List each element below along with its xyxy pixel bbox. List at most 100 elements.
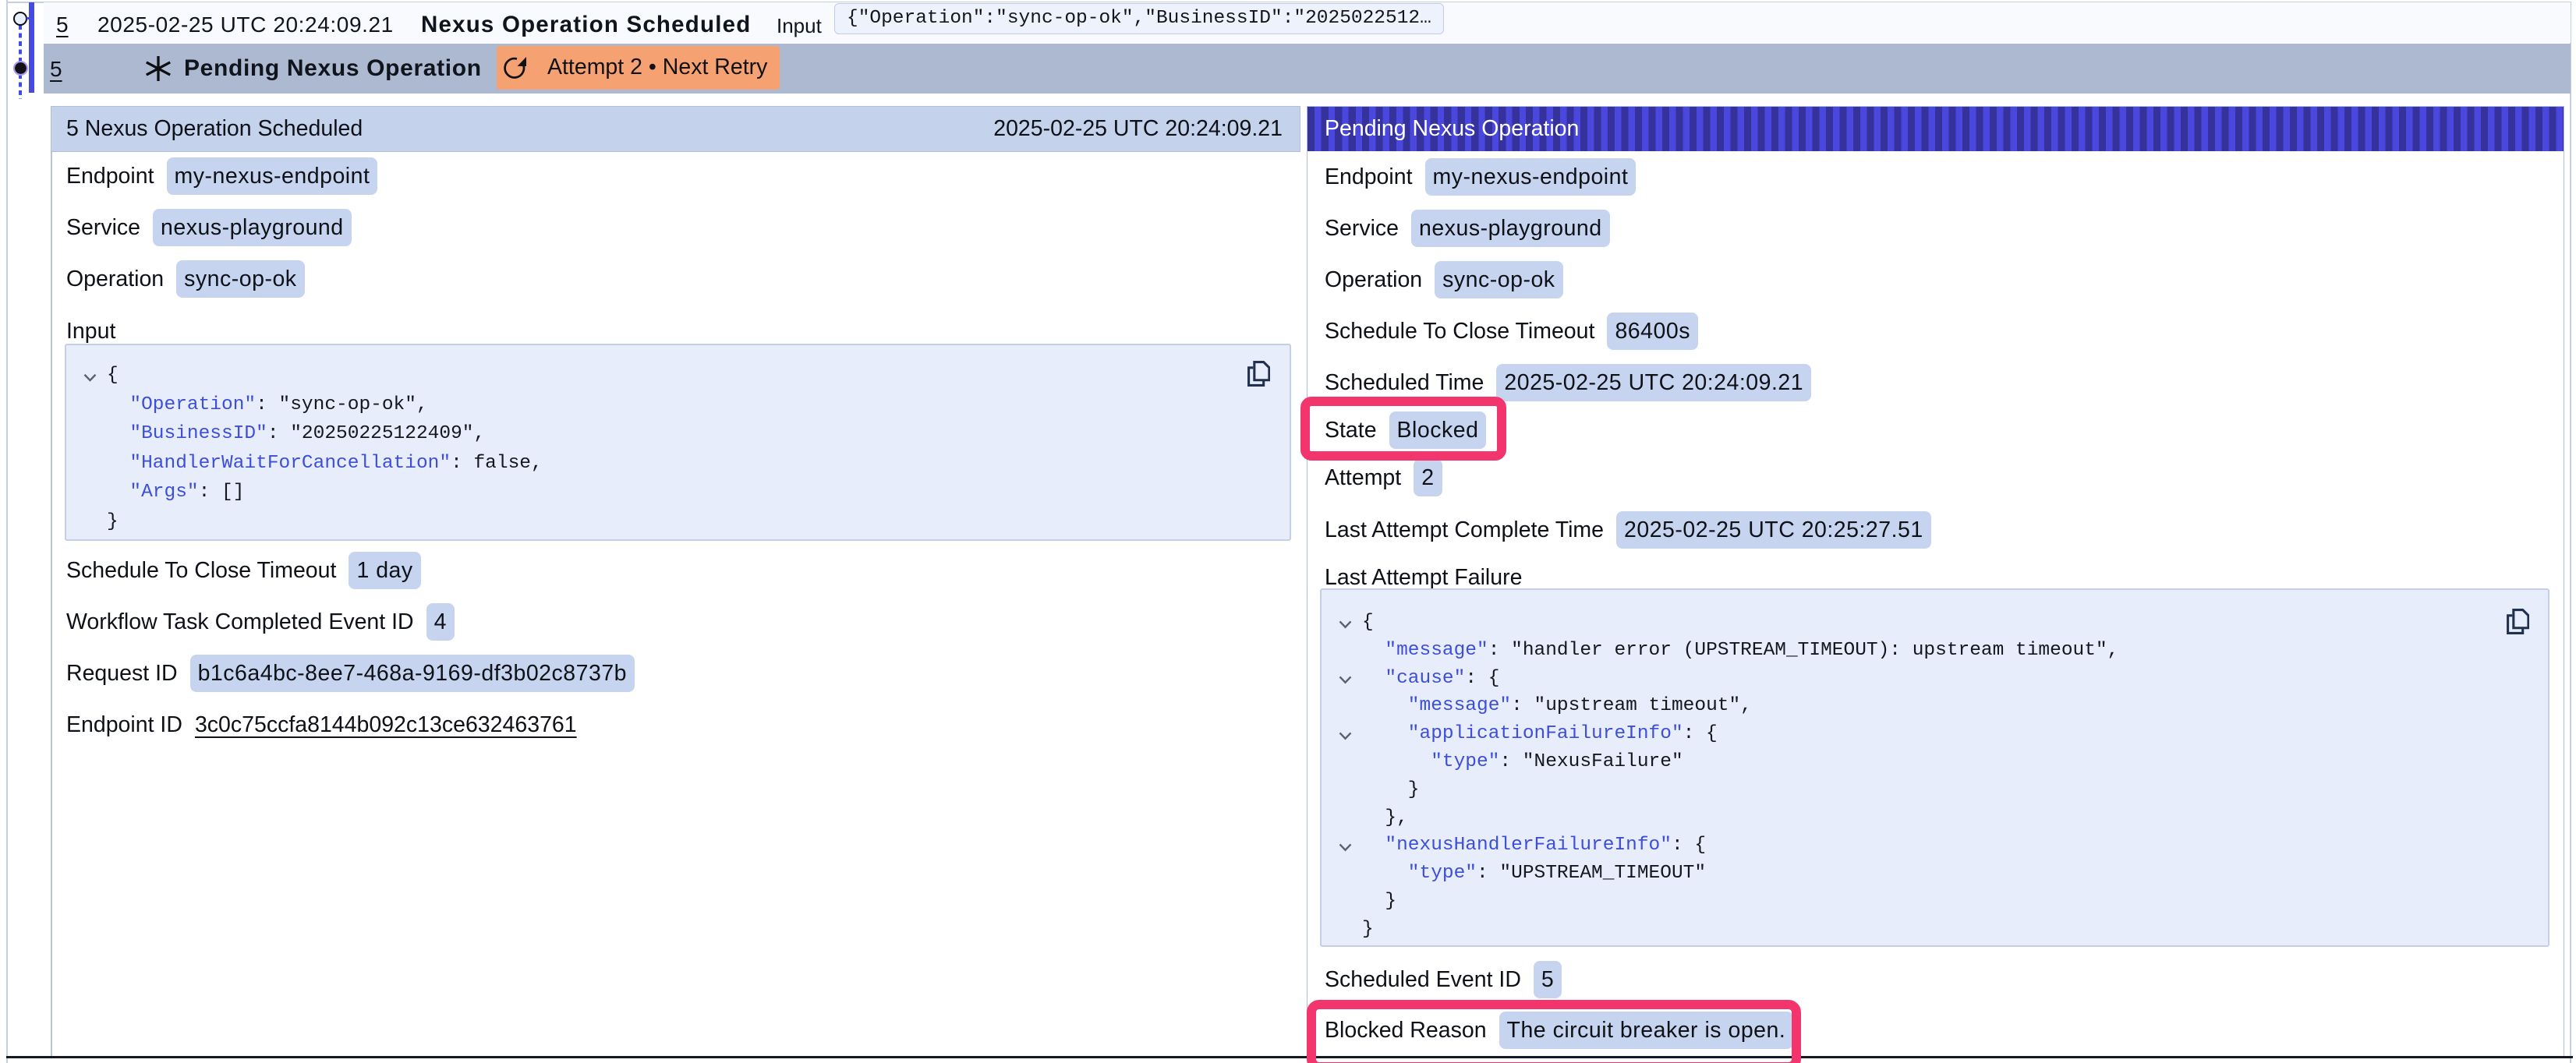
detail-row-operation: Operation sync-op-ok (1325, 261, 2564, 298)
scheduled-panel-body: Endpoint my-nexus-endpoint Service nexus-pl… (52, 152, 1299, 1056)
detail-value-scheduled-time-pill: 2025-02-25 UTC 20:24:09.21 (1496, 364, 1811, 401)
copy-icon[interactable] (1247, 361, 1270, 393)
detail-value-attempt-pill: 2 (1414, 459, 1442, 496)
detail-value-operation-pill: sync-op-ok (176, 260, 304, 298)
event-name: Nexus Operation Scheduled (421, 12, 751, 38)
pending-panel-title: Pending Nexus Operation (1325, 116, 1579, 142)
detail-row-endpoint: Endpoint my-nexus-endpoint (1325, 158, 2564, 196)
code-line: }, (1362, 804, 2548, 832)
detail-value-request-id-pill: b1c6a4bc-8ee7-468a-9169-df3b02c8737b (190, 655, 635, 692)
attempt-retry-label: Attempt 2 • Next Retry (547, 55, 767, 80)
code-line: "type": "NexusFailure" (1362, 748, 2548, 776)
chevron-down-icon[interactable] (1339, 834, 1352, 862)
detail-row-attempt: Attempt 2 (1325, 459, 2564, 496)
table-left-border (6, 0, 8, 1063)
detail-label-service: Service (66, 215, 140, 241)
detail-value-schedule-to-close-timeout-pill: 86400s (1607, 313, 1698, 350)
failure-json-block: {"message": "handler error (UPSTREAM_TIM… (1320, 588, 2549, 947)
detail-row-operation: Operation sync-op-ok (66, 260, 1299, 298)
workflow-history-screen: 5 2025-02-25 UTC 20:24:09.21 Nexus Opera… (0, 0, 2576, 1063)
pending-panel-body: Endpoint my-nexus-endpoint Service nexus-pl… (1307, 151, 2564, 1049)
code-line: "applicationFailureInfo": { (1362, 720, 2548, 748)
detail-row-last-attempt-complete-time: Last Attempt Complete Time2025-02-25 UTC… (1325, 511, 2564, 549)
code-line: } (1362, 888, 2548, 916)
last-attempt-failure-label: Last Attempt Failure (1325, 565, 2564, 588)
detail-label-workflow-task-completed-event-id: Workflow Task Completed Event ID (66, 609, 414, 635)
detail-value-scheduled-event-id-pill: 5 (1534, 961, 1562, 998)
timeline-dot-tick (27, 17, 30, 19)
code-line: "Args": [] (107, 478, 1290, 507)
copy-icon[interactable] (2507, 609, 2529, 641)
detail-value-workflow-task-completed-event-id-pill: 4 (426, 603, 455, 641)
chevron-down-icon[interactable] (83, 363, 97, 393)
event-timestamp: 2025-02-25 UTC 20:24:09.21 (97, 12, 394, 37)
detail-value-endpoint-pill: my-nexus-endpoint (1425, 158, 1637, 196)
pending-panel: Pending Nexus Operation Endpoint my-nexus… (1307, 106, 2564, 1058)
detail-label-operation: Operation (1325, 267, 1422, 293)
code-line: "type": "UPSTREAM_TIMEOUT" (1362, 860, 2548, 888)
input-json-block: {"Operation": "sync-op-ok","BusinessID":… (65, 344, 1291, 541)
detail-value-schedule-to-close-timeout-pill: 1 day (349, 552, 420, 589)
detail-label-endpoint: Endpoint (66, 164, 154, 189)
detail-label-operation: Operation (66, 267, 164, 292)
code-line: } (1362, 916, 2548, 944)
timeline-filled-dot-icon (13, 61, 28, 76)
blocked-reason-annotation-box (1307, 1000, 1801, 1063)
scheduled-panel-title: 5 Nexus Operation Scheduled (66, 116, 363, 142)
code-line: "nexusHandlerFailureInfo": { (1362, 832, 2548, 860)
scheduled-panel-header: 5 Nexus Operation Scheduled 2025-02-25 U… (51, 106, 1300, 152)
retry-icon (504, 56, 527, 79)
detail-row-scheduled-event-id: Scheduled Event ID 5 (1325, 961, 2564, 998)
detail-label-service: Service (1325, 216, 1399, 242)
detail-label-scheduled-event-id: Scheduled Event ID (1325, 967, 1521, 993)
detail-label-scheduled-time: Scheduled Time (1325, 370, 1484, 396)
detail-value-endpoint-id-link[interactable]: 3c0c75ccfa8144b092c13ce632463761 (195, 712, 577, 738)
detail-row-state: StateBlocked (1325, 411, 2564, 449)
detail-label-last-attempt-complete-time: Last Attempt Complete Time (1325, 517, 1604, 543)
detail-row-request-id: Request ID b1c6a4bc-8ee7-468a-9169-df3b02… (66, 655, 1299, 692)
code-line: } (1362, 776, 2548, 804)
table-right-border (2570, 2, 2571, 1063)
detail-row-endpoint-id: Endpoint ID 3c0c75ccfa8144b092c13ce632463… (66, 706, 1299, 743)
state-annotation-box (1300, 397, 1506, 461)
code-line: "Operation": "sync-op-ok", (107, 390, 1290, 420)
active-event-bar (29, 2, 34, 93)
event-row-scheduled[interactable]: 5 2025-02-25 UTC 20:24:09.21 Nexus Opera… (44, 2, 2571, 43)
code-line: "message": "handler error (UPSTREAM_TIME… (1362, 637, 2548, 665)
input-section-label: Input (66, 319, 1299, 342)
detail-label-schedule-to-close-timeout: Schedule To Close Timeout (1325, 319, 1594, 344)
code-line: { (107, 361, 1290, 390)
attempt-retry-badge: Attempt 2 • Next Retry (497, 46, 780, 90)
code-line: "cause": { (1362, 665, 2548, 693)
detail-label-endpoint-id: Endpoint ID (66, 712, 182, 738)
detail-label-schedule-to-close-timeout: Schedule To Close Timeout (66, 558, 336, 584)
detail-row-endpoint: Endpoint my-nexus-endpoint (66, 157, 1299, 195)
asterisk-icon (145, 55, 172, 86)
code-line: "BusinessID": "20250225122409", (107, 419, 1290, 449)
pending-operation-row[interactable]: 5 Pending Nexus Operation Attempt 2 • Ne… (44, 44, 2571, 94)
code-line: "message": "upstream timeout", (1362, 692, 2548, 720)
event-input-label: Input (777, 14, 822, 38)
chevron-down-icon[interactable] (1339, 722, 1352, 750)
detail-row-service: Service nexus-playground (1325, 210, 2564, 247)
detail-value-service-pill: nexus-playground (1411, 210, 1610, 247)
detail-row-service: Service nexus-playground (66, 209, 1299, 246)
detail-row-schedule-to-close-timeout: Schedule To Close Timeout 86400s (1325, 313, 2564, 350)
event-input-preview-badge[interactable]: {"Operation":"sync-op-ok","BusinessID":"… (834, 3, 1444, 34)
pending-event-id-link[interactable]: 5 (50, 57, 62, 82)
detail-label-attempt: Attempt (1325, 465, 1401, 491)
code-line: } (107, 507, 1290, 537)
detail-value-operation-pill: sync-op-ok (1435, 261, 1562, 298)
scheduled-panel-timestamp: 2025-02-25 UTC 20:24:09.21 (993, 116, 1283, 142)
detail-value-endpoint-pill: my-nexus-endpoint (167, 157, 378, 195)
detail-label-endpoint: Endpoint (1325, 164, 1413, 190)
detail-value-service-pill: nexus-playground (153, 209, 352, 246)
section-bottom-border (6, 1056, 2573, 1058)
detail-label-request-id: Request ID (66, 661, 178, 687)
chevron-down-icon[interactable] (1339, 666, 1352, 694)
chevron-down-icon[interactable] (1339, 611, 1352, 639)
pending-event-name: Pending Nexus Operation (184, 55, 482, 82)
code-line: { (1362, 609, 2548, 637)
code-line: "HandlerWaitForCancellation": false, (107, 449, 1290, 479)
event-id-link[interactable]: 5 (56, 12, 69, 37)
